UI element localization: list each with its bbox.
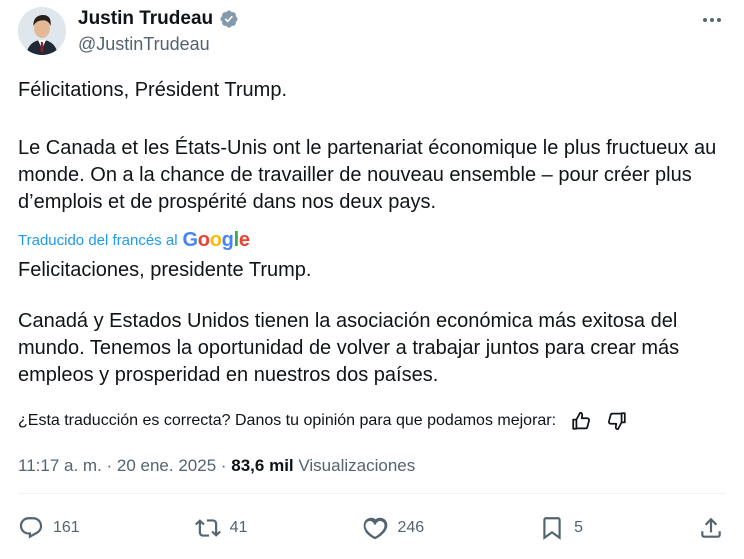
share-button[interactable] [698, 515, 724, 541]
verified-badge-icon [220, 10, 238, 28]
share-icon [701, 517, 721, 538]
repost-button[interactable]: 41 [194, 515, 248, 541]
reply-icon [19, 517, 43, 539]
action-bar: 161 41 246 5 [18, 512, 724, 544]
tweet-meta: 11:17 a. m. · 20 ene. 2025 · 83,6 mil Vi… [18, 456, 415, 476]
translation-line2: Canadá y Estados Unidos tienen la asocia… [18, 310, 680, 386]
translation-line1: Felicitaciones, presidente Trump. [18, 259, 312, 281]
views-label: Visualizaciones [293, 456, 416, 475]
feedback-prompt: ¿Esta traducción es correcta? Danos tu o… [18, 412, 557, 429]
bookmark-icon [543, 517, 561, 540]
thumbs-up-icon[interactable] [570, 410, 592, 432]
views-count: 83,6 mil [231, 456, 294, 475]
bookmark-button[interactable]: 5 [539, 515, 583, 541]
repost-count: 41 [229, 519, 248, 536]
thumbs-down-icon[interactable] [606, 410, 628, 432]
user-name-row: Justin Trudeau [78, 8, 239, 30]
divider [18, 493, 726, 494]
avatar-image [18, 7, 66, 55]
user-name[interactable]: Justin Trudeau [78, 8, 213, 30]
like-button[interactable]: 246 [362, 515, 424, 541]
more-icon[interactable] [700, 8, 724, 32]
like-icon [364, 517, 388, 540]
like-count: 246 [397, 519, 425, 536]
tweet: Justin Trudeau @JustinTrudeau Félicitati… [0, 0, 744, 559]
tweet-text-line1: Félicitations, Président Trump. [18, 79, 287, 101]
tweet-text-line2: Le Canada et les États-Unis ont le parte… [18, 137, 717, 213]
translation-attribution[interactable]: Traducido del francés al Google [18, 229, 250, 252]
translation-feedback: ¿Esta traducción es correcta? Danos tu o… [18, 410, 628, 432]
google-logo: Google [182, 229, 250, 251]
repost-icon [194, 519, 221, 537]
reply-button[interactable]: 161 [18, 515, 80, 541]
reply-count: 161 [53, 519, 80, 536]
tweet-timestamp[interactable]: 11:17 a. m. · 20 ene. 2025 · [18, 456, 231, 475]
avatar[interactable] [18, 7, 66, 55]
translated-label: Traducido del francés al [18, 232, 178, 249]
user-handle[interactable]: @JustinTrudeau [78, 34, 210, 55]
bookmark-count: 5 [574, 519, 584, 536]
